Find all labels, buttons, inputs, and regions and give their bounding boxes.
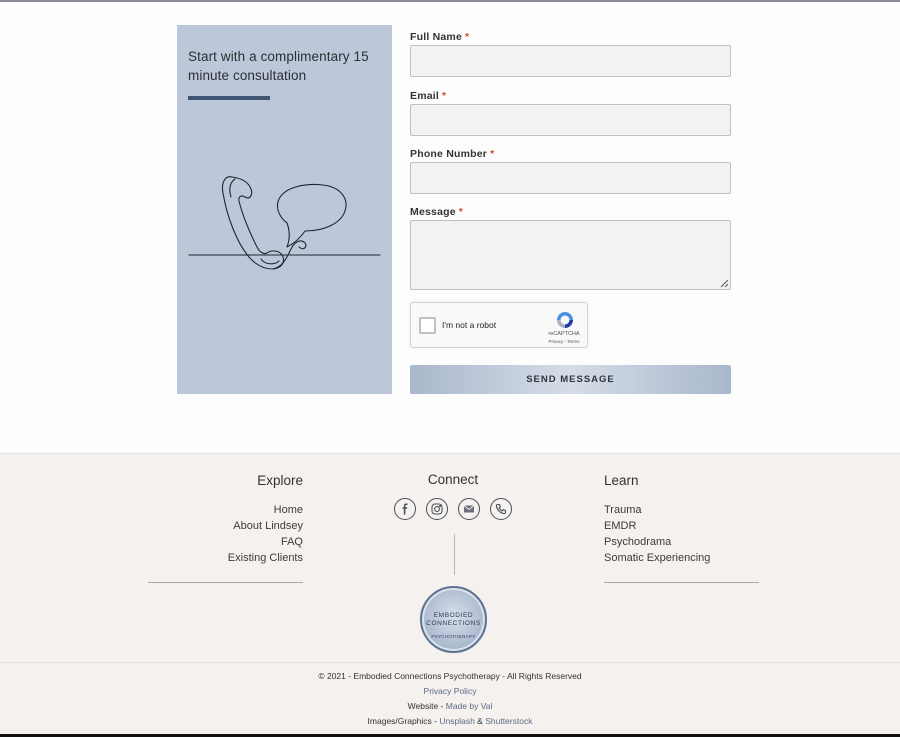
explore-divider — [148, 582, 303, 583]
images-credit-prefix: Images/Graphics - — [367, 716, 440, 726]
required-marker: * — [490, 148, 495, 160]
required-marker: * — [458, 206, 464, 218]
resize-handle-icon[interactable] — [720, 279, 729, 288]
email-label: Email * — [410, 90, 447, 102]
required-marker: * — [464, 31, 470, 43]
mail-icon[interactable] — [458, 498, 480, 520]
send-message-button[interactable]: SEND MESSAGE — [410, 365, 731, 394]
website-credit: Website - Made by Val — [0, 701, 900, 711]
phone-number-label: Phone Number * — [410, 148, 495, 160]
website-credit-prefix: Website - — [407, 701, 446, 711]
telephone-illustration-icon — [188, 176, 381, 270]
footer-link-trauma[interactable]: Trauma — [604, 504, 642, 516]
learn-heading: Learn — [604, 473, 639, 488]
required-marker: * — [442, 90, 447, 102]
full-name-label: Full Name * — [410, 31, 470, 43]
badge-line-2: CONNECTIONS — [426, 620, 481, 627]
recaptcha-checkbox[interactable] — [419, 317, 436, 334]
site-footer: Explore Home About Lindsey FAQ Existing … — [0, 453, 900, 737]
connect-divider — [454, 534, 455, 575]
privacy-row: Privacy Policy — [0, 686, 900, 696]
full-name-field[interactable] — [410, 45, 731, 77]
recaptcha-widget: I'm not a robot reCAPTCHA Privacy - Term… — [410, 302, 588, 348]
made-by-val-link[interactable]: Made by Val — [446, 701, 493, 711]
badge-line-1: EMBODIED — [433, 612, 474, 619]
footer-link-psychodrama[interactable]: Psychodrama — [604, 536, 671, 548]
privacy-policy-link[interactable]: Privacy Policy — [424, 686, 477, 696]
panel-title: Start with a complimentary 15 minute con… — [188, 49, 369, 83]
top-border — [0, 0, 900, 2]
recaptcha-brand: reCAPTCHA — [548, 331, 580, 337]
images-credit: Images/Graphics - Unsplash & Shutterstoc… — [0, 716, 900, 726]
message-textarea[interactable] — [410, 220, 731, 290]
instagram-icon[interactable] — [426, 498, 448, 520]
unsplash-link[interactable]: Unsplash — [439, 716, 474, 726]
consultation-panel: Start with a complimentary 15 minute con… — [177, 25, 392, 394]
logo-badge[interactable]: EMBODIED CONNECTIONS PSYCHOTHERAPY — [420, 586, 487, 653]
recaptcha-label: I'm not a robot — [442, 320, 497, 330]
recaptcha-logo-icon — [557, 312, 573, 328]
panel-accent-bar — [188, 96, 270, 100]
footer-link-faq[interactable]: FAQ — [281, 536, 303, 548]
footer-link-somatic-experiencing[interactable]: Somatic Experiencing — [604, 552, 710, 564]
phone-icon[interactable] — [490, 498, 512, 520]
footer-link-about[interactable]: About Lindsey — [233, 520, 303, 532]
footer-link-home[interactable]: Home — [274, 504, 303, 516]
badge-line-3: PSYCHOTHERAPY — [431, 634, 476, 639]
message-label: Message * — [410, 206, 464, 218]
images-credit-amp: & — [474, 716, 486, 726]
shutterstock-link[interactable]: Shutterstock — [485, 716, 532, 726]
recaptcha-privacy-terms[interactable]: Privacy - Terms — [541, 339, 587, 344]
footer-link-emdr[interactable]: EMDR — [604, 520, 636, 532]
learn-divider — [604, 582, 759, 583]
connect-heading: Connect — [427, 472, 479, 487]
phone-number-field[interactable] — [410, 162, 731, 194]
copyright-text: © 2021 - Embodied Connections Psychother… — [318, 671, 582, 681]
footer-link-existing-clients[interactable]: Existing Clients — [228, 552, 303, 564]
email-field[interactable] — [410, 104, 731, 136]
facebook-icon[interactable] — [394, 498, 416, 520]
footer-separator — [0, 662, 900, 663]
